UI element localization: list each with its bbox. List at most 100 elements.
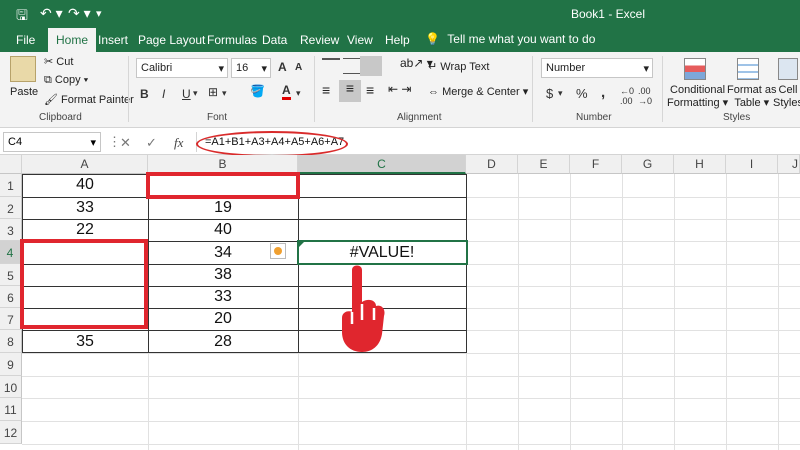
row-header-8[interactable]: 8 — [0, 330, 22, 353]
chevron-down-icon[interactable]: ▾ — [193, 88, 198, 99]
select-all-corner[interactable] — [0, 155, 22, 174]
cancel-icon[interactable]: ✕ — [120, 135, 131, 151]
chevron-down-icon[interactable]: ▾ — [558, 88, 563, 99]
align-bottom-icon[interactable] — [360, 56, 382, 76]
font-name-select[interactable]: Calibri ▾ — [136, 58, 228, 78]
row-header-2[interactable]: 2 — [0, 197, 22, 219]
row-header-9[interactable]: 9 — [0, 353, 22, 376]
tab-data[interactable]: Data — [262, 33, 287, 47]
merge-center-label: Merge & Center — [442, 86, 520, 98]
name-box[interactable]: C4 ▾ — [3, 132, 101, 152]
tab-file[interactable]: File — [16, 33, 35, 47]
wrap-text-button[interactable]: ↵ Wrap Text — [428, 60, 489, 73]
cut-button[interactable]: ✂ Cut — [44, 55, 73, 68]
gridline — [518, 174, 519, 450]
row-header-11[interactable]: 11 — [0, 398, 22, 421]
italic-button[interactable]: I — [162, 87, 165, 101]
cell-b8[interactable]: 28 — [148, 333, 298, 351]
cell-b6[interactable]: 33 — [148, 288, 298, 306]
increase-decimal-icon[interactable]: ←0.00 — [620, 86, 634, 106]
percent-button[interactable]: % — [576, 86, 588, 101]
cell-styles-button[interactable]: Cell Styles — [773, 84, 800, 110]
cell-b2[interactable]: 19 — [148, 199, 298, 217]
comma-button[interactable]: , — [601, 84, 605, 101]
cell-b3[interactable]: 40 — [148, 221, 298, 239]
tab-insert[interactable]: Insert — [98, 33, 128, 47]
align-top-icon[interactable] — [322, 58, 340, 74]
font-size-select[interactable]: 16 ▾ — [231, 58, 271, 78]
gridline — [298, 353, 299, 450]
align-middle-icon[interactable] — [343, 58, 361, 74]
font-color-button[interactable]: A — [282, 84, 291, 100]
column-header-f[interactable]: F — [570, 155, 622, 174]
chevron-down-icon: ▾ — [643, 63, 649, 75]
cell-a1[interactable]: 40 — [22, 176, 148, 194]
chevron-down-icon[interactable]: ▾ — [222, 88, 227, 99]
column-header-e[interactable]: E — [518, 155, 570, 174]
font-name-value: Calibri — [141, 62, 173, 74]
ribbon: Paste ✂ Cut ⧉ Copy ▾ 🖌 Format Painter Cl… — [0, 52, 800, 128]
borders-icon[interactable]: ⊞ — [208, 85, 218, 99]
column-header-c[interactable]: C — [298, 155, 466, 174]
format-as-table-icon[interactable] — [737, 58, 759, 80]
column-header-i[interactable]: I — [726, 155, 778, 174]
currency-button[interactable]: $ — [546, 86, 553, 101]
table-border — [22, 219, 466, 220]
cell-styles-icon[interactable] — [778, 58, 798, 80]
formula-highlight-oval — [196, 131, 348, 157]
table-border — [22, 330, 466, 331]
decrease-decimal-icon[interactable]: .00 →0 — [638, 86, 652, 106]
row-header-5[interactable]: 5 — [0, 264, 22, 286]
row-header-6[interactable]: 6 — [0, 286, 22, 308]
fill-color-icon[interactable]: 🪣 — [250, 84, 265, 98]
tab-home[interactable]: Home — [48, 28, 97, 52]
row-header-7[interactable]: 7 — [0, 308, 22, 330]
row-header-12[interactable]: 12 — [0, 421, 22, 444]
merge-center-button[interactable]: ⇔ Merge & Center ▾ — [428, 85, 528, 98]
tab-view[interactable]: View — [347, 33, 373, 47]
shrink-font-button[interactable]: A — [295, 62, 302, 73]
align-left-icon[interactable]: ≡ — [322, 82, 330, 98]
gridline — [674, 174, 675, 450]
bold-button[interactable]: B — [140, 87, 149, 101]
empty-cell-b1-highlight — [146, 172, 300, 199]
format-as-table-button[interactable]: Format as Table ▾ — [727, 84, 777, 110]
row-header-1[interactable]: 1 — [0, 174, 22, 197]
cell-a8[interactable]: 35 — [22, 333, 148, 351]
column-header-a[interactable]: A — [22, 155, 148, 174]
enter-icon[interactable]: ✓ — [146, 135, 157, 151]
column-header-g[interactable]: G — [622, 155, 674, 174]
cell-a2[interactable]: 33 — [22, 199, 148, 217]
indent-icon[interactable]: ⇤ ⇥ — [388, 82, 411, 96]
insert-function-button[interactable]: fx — [174, 135, 183, 151]
error-smart-tag-button[interactable] — [270, 243, 286, 259]
tell-me-search[interactable]: 💡 Tell me what you want to do — [425, 32, 595, 46]
tab-help[interactable]: Help — [385, 33, 410, 47]
conditional-formatting-button[interactable]: Conditional Formatting ▾ — [667, 84, 728, 110]
align-center-icon[interactable]: ≡ — [339, 80, 361, 102]
align-right-icon[interactable]: ≡ — [366, 82, 374, 98]
number-format-select[interactable]: Number ▾ — [541, 58, 653, 78]
clipboard-paste-icon[interactable] — [10, 56, 36, 82]
row-header-4[interactable]: 4 — [0, 241, 22, 264]
conditional-formatting-icon[interactable] — [684, 58, 706, 80]
cell-a3[interactable]: 22 — [22, 221, 148, 239]
underline-button[interactable]: U — [182, 87, 191, 101]
row-header-3[interactable]: 3 — [0, 219, 22, 241]
row-header-10[interactable]: 10 — [0, 376, 22, 398]
tab-review[interactable]: Review — [300, 33, 339, 47]
copy-button[interactable]: ⧉ Copy ▾ — [44, 74, 88, 87]
gridline — [148, 353, 149, 450]
grow-font-button[interactable]: A — [278, 60, 287, 74]
cell-b7[interactable]: 20 — [148, 310, 298, 328]
tab-formulas[interactable]: Formulas — [207, 33, 257, 47]
column-header-d[interactable]: D — [466, 155, 518, 174]
format-painter-button[interactable]: 🖌 Format Painter — [44, 93, 134, 106]
cell-b5[interactable]: 38 — [148, 266, 298, 284]
column-header-h[interactable]: H — [674, 155, 726, 174]
tab-page-layout[interactable]: Page Layout — [138, 33, 205, 47]
gridline — [778, 174, 779, 450]
paste-button[interactable]: Paste — [10, 86, 38, 98]
chevron-down-icon[interactable]: ▾ — [296, 88, 301, 99]
column-header-j[interactable]: J — [778, 155, 800, 174]
